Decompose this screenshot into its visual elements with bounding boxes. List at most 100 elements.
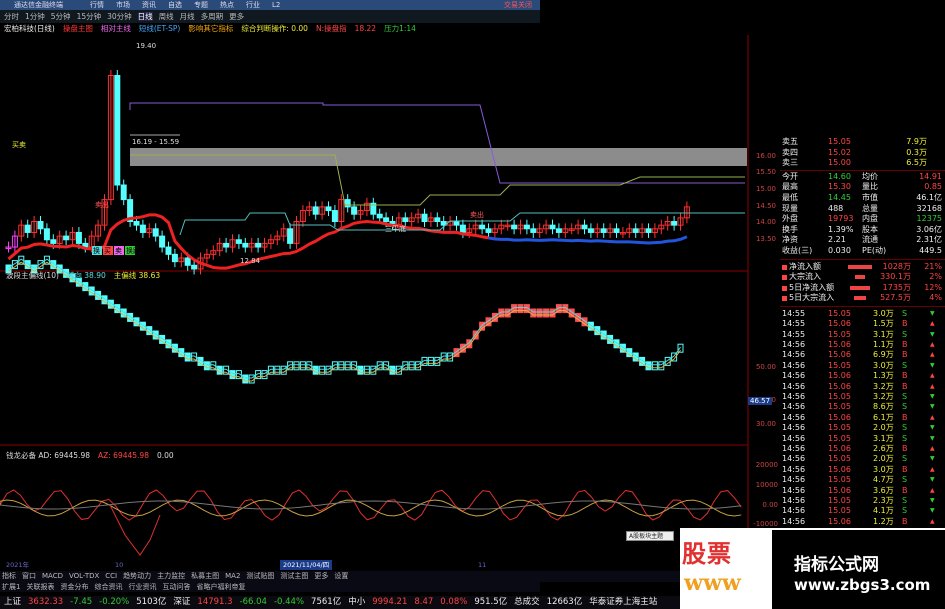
period-tab-6[interactable]: 周线: [159, 12, 174, 21]
indicator-tab-5[interactable]: 趋势动力: [123, 572, 151, 580]
main-header-item-2: 相对主线: [100, 24, 131, 33]
ob-price: 15.05: [828, 137, 851, 146]
title-bar: 通达信金融终端 行情 市场 资讯 自选 专题 热点 行业 L2 交易关闭: [0, 0, 540, 10]
tick-arrow-icon: ▼: [930, 361, 935, 369]
menu-item-6[interactable]: 行业: [246, 1, 260, 9]
menu-item-3[interactable]: 自选: [168, 1, 182, 9]
quote-v2: 0.85: [924, 182, 942, 192]
tick-price: 15.05: [828, 475, 851, 485]
price-axis-label: 14.00: [755, 218, 776, 226]
candle-body: [75, 231, 82, 244]
extension-tab-4[interactable]: 行业资讯: [128, 583, 156, 591]
tick-row: 14:56 15.05 3.1万 S ▼: [780, 434, 945, 444]
tick-arrow-icon: ▲: [930, 382, 935, 390]
tick-price: 15.06: [828, 319, 851, 329]
menu-item-5[interactable]: 热点: [220, 1, 234, 9]
extension-tab-0[interactable]: 扩展1: [2, 583, 20, 591]
status-item-10: 中小: [348, 597, 366, 607]
indicator-tab-6[interactable]: 主力监控: [157, 572, 185, 580]
quote-l1: 最低: [782, 192, 798, 202]
sub1-tag: 换跌: [126, 246, 140, 255]
extension-tab-2[interactable]: 资金分布: [60, 583, 88, 591]
sub1-tag: 买: [104, 247, 111, 255]
period-tab-0[interactable]: 分时: [4, 12, 19, 21]
panel-divider: [780, 169, 945, 171]
extension-tab-6[interactable]: 省略户福利帝复: [196, 583, 245, 591]
quote-l2: 总量: [862, 203, 878, 213]
candle-body: [37, 221, 44, 230]
sell-tag: 卖出: [95, 200, 109, 209]
quote-l2: 内盘: [862, 214, 878, 224]
low-price-label: 12.84: [240, 257, 261, 265]
tick-side: B: [902, 340, 908, 350]
candle-body: [63, 235, 70, 241]
indicator-tab-10[interactable]: 测试主图: [280, 572, 308, 580]
period-tab-9[interactable]: 更多: [229, 12, 244, 21]
main-header-item-0: 宏柏科技(日线): [4, 24, 55, 33]
tick-side: S: [902, 433, 908, 443]
quote-v1: 15.30: [828, 182, 851, 192]
orderbook-row[interactable]: 卖三 15.00 6.5万: [780, 158, 945, 169]
status-item-16: 12663亿: [546, 597, 583, 607]
indicator-tab-1[interactable]: 窗口: [22, 572, 36, 580]
tick-arrow-icon: ▼: [930, 496, 935, 504]
candle-body: [351, 206, 358, 215]
tick-time: 14:56: [782, 423, 806, 433]
watermark-site-name: 指标公式网: [794, 555, 879, 575]
menu-item-0[interactable]: 行情: [90, 1, 104, 9]
quote-v2: 32168: [916, 203, 942, 213]
sub1-bar: [344, 361, 351, 371]
tick-volume: 4.1万: [873, 506, 894, 516]
tick-side: B: [902, 350, 908, 360]
period-tab-3[interactable]: 15分钟: [77, 12, 102, 21]
indicator-tab-4[interactable]: CCI: [105, 572, 117, 580]
tick-price: 15.06: [828, 371, 851, 381]
sub1-axis-label: 30.00: [755, 420, 776, 428]
menu-item-4[interactable]: 专题: [194, 1, 208, 9]
indicator-tab-7[interactable]: 私募主图: [191, 572, 219, 580]
sub2-header-item-0: 钱龙必备 AD: 69445.98: [6, 451, 90, 460]
flow-pct: 4%: [929, 293, 942, 303]
indicator-tab-9[interactable]: 测试贴图: [246, 572, 274, 580]
tick-price: 15.06: [828, 340, 851, 350]
extension-tab-3[interactable]: 综合资讯: [94, 583, 122, 591]
indicator-tab-3[interactable]: VOL-TDX: [69, 572, 99, 580]
indicator-tab-0[interactable]: 指标: [2, 572, 16, 580]
candle-body: [523, 224, 530, 230]
indicator-tab-8[interactable]: MA2: [225, 572, 240, 580]
kline-chart-area[interactable]: 19.4012.8416.19 - 15.59买卖卖出三平底卖出换买卖换跌: [0, 35, 780, 560]
orderbook-row[interactable]: 卖五 15.05 7.9万: [780, 137, 945, 148]
trade-close-button[interactable]: 交易关闭: [504, 0, 532, 10]
period-tab-7[interactable]: 月线: [180, 12, 195, 21]
menu-item-2[interactable]: 资讯: [142, 1, 156, 9]
tick-time: 14:56: [782, 392, 806, 402]
period-tab-5[interactable]: 日线: [137, 12, 153, 21]
sub2-axis-label: 10000: [755, 481, 778, 489]
ob-price: 15.02: [828, 147, 851, 157]
indicator-tab-12[interactable]: 设置: [334, 572, 348, 580]
period-tab-1[interactable]: 1分钟: [25, 12, 45, 21]
period-tab-8[interactable]: 多周期: [201, 12, 224, 21]
indicator-tab-11[interactable]: 更多: [314, 572, 328, 580]
tick-time: 14:55: [782, 329, 806, 339]
tick-price: 15.05: [828, 360, 851, 370]
orderbook-row[interactable]: 卖四 15.02 0.3万: [780, 148, 945, 159]
period-tab-4[interactable]: 30分钟: [107, 12, 132, 21]
quote-row: 最低 14.45 市值 46.1亿: [780, 193, 945, 204]
sub2-header-item-2: 0.00: [156, 451, 174, 460]
watermark-stamp: 指标公式网 www.zbgs3.com: [772, 530, 945, 609]
extension-tab-5[interactable]: 互动问答: [162, 583, 190, 591]
watermark-text-1: 股票: [682, 539, 732, 568]
candle-body: [152, 228, 159, 237]
candle-body: [632, 228, 639, 233]
menu-item-7[interactable]: L2: [272, 1, 280, 9]
period-tab-2[interactable]: 5分钟: [51, 12, 71, 21]
tick-time: 14:56: [782, 475, 806, 485]
candle-body: [331, 210, 338, 223]
menu-item-1[interactable]: 市场: [116, 1, 130, 9]
sector-popup[interactable]: A股板块主题: [626, 531, 674, 541]
extension-tab-1[interactable]: 关联报表: [26, 583, 54, 591]
sub2-header-item-1: AZ: 69445.98: [98, 451, 149, 460]
indicator-tab-2[interactable]: MACD: [42, 572, 63, 580]
tick-side: S: [902, 495, 908, 505]
